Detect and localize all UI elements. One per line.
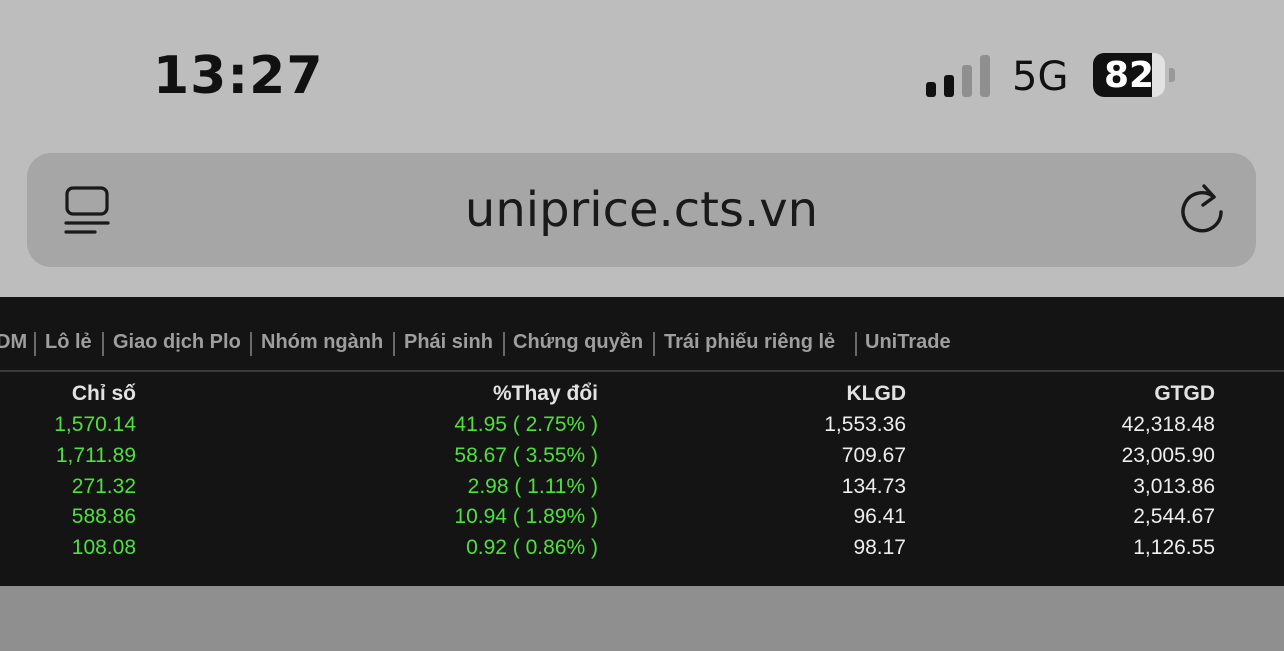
signal-bar-2 bbox=[944, 75, 954, 97]
cell-klgd: 709.67 bbox=[841, 444, 906, 467]
cell-chi-so: 271.32 bbox=[71, 475, 136, 498]
tab-divider bbox=[503, 332, 505, 356]
status-bar: 13:27 5G 82 bbox=[0, 0, 1284, 140]
tab-unitrade[interactable]: UniTrade bbox=[865, 331, 951, 354]
cell-chi-so: 108.08 bbox=[71, 536, 136, 559]
cell-gtgd: 1,126.55 bbox=[1133, 536, 1215, 559]
tab-trai-phieu-rieng-le[interactable]: Trái phiếu riêng lẻ bbox=[664, 331, 835, 354]
clock-time: 13:27 bbox=[153, 46, 324, 106]
tab-chung-quyen[interactable]: Chứng quyền bbox=[513, 331, 643, 354]
battery-cap bbox=[1169, 68, 1175, 82]
cell-thay-doi: 0.92 ( 0.86% ) bbox=[466, 536, 598, 559]
tab-divider bbox=[34, 332, 36, 356]
tab-giao-dich-plo[interactable]: Giao dịch Plo bbox=[113, 331, 241, 354]
cell-gtgd: 2,544.67 bbox=[1133, 505, 1215, 528]
column-header-chi-so: Chỉ số bbox=[71, 382, 136, 405]
market-tab-bar: DM Lô lẻ Giao dịch Plo Nhóm ngành Phái s… bbox=[0, 297, 1284, 372]
cell-klgd: 96.41 bbox=[853, 505, 906, 528]
column-header-gtgd: GTGD bbox=[1154, 382, 1215, 405]
signal-bar-4 bbox=[980, 55, 990, 97]
tab-lo-le[interactable]: Lô lẻ bbox=[45, 331, 92, 354]
tab-divider bbox=[102, 332, 104, 356]
cell-gtgd: 42,318.48 bbox=[1121, 413, 1215, 436]
signal-bar-1 bbox=[926, 82, 936, 97]
tab-nhom-nganh[interactable]: Nhóm ngành bbox=[261, 331, 383, 354]
tab-phai-sinh[interactable]: Phái sinh bbox=[404, 331, 493, 354]
cell-thay-doi: 2.98 ( 1.11% ) bbox=[467, 475, 598, 498]
tab-divider bbox=[393, 332, 395, 356]
market-panel: DM Lô lẻ Giao dịch Plo Nhóm ngành Phái s… bbox=[0, 297, 1284, 586]
cellular-signal-icon bbox=[926, 55, 992, 97]
cell-klgd: 1,553.36 bbox=[824, 413, 906, 436]
cell-gtgd: 23,005.90 bbox=[1121, 444, 1215, 467]
cell-chi-so: 1,711.89 bbox=[55, 444, 136, 467]
page-background-bottom bbox=[0, 586, 1284, 651]
cell-klgd: 98.17 bbox=[853, 536, 906, 559]
tab-divider bbox=[653, 332, 655, 356]
reload-icon[interactable] bbox=[1178, 183, 1228, 237]
column-header-klgd: KLGD bbox=[846, 382, 907, 405]
cell-thay-doi: 10.94 ( 1.89% ) bbox=[454, 505, 598, 528]
battery-icon: 82 bbox=[1093, 53, 1165, 97]
cell-chi-so: 1,570.14 bbox=[54, 413, 136, 436]
cell-gtgd: 3,013.86 bbox=[1133, 475, 1215, 498]
tab-divider bbox=[250, 332, 252, 356]
cell-thay-doi: 58.67 ( 3.55% ) bbox=[454, 444, 598, 467]
url-text[interactable]: uniprice.cts.vn bbox=[27, 153, 1256, 267]
tab-divider bbox=[855, 332, 857, 356]
column-header-thay-doi: %Thay đổi bbox=[492, 382, 598, 405]
cell-chi-so: 588.86 bbox=[71, 505, 136, 528]
signal-bar-3 bbox=[962, 65, 972, 97]
cell-thay-doi: 41.95 ( 2.75% ) bbox=[454, 413, 598, 436]
battery-percentage: 82 bbox=[1103, 54, 1155, 96]
tab-dm[interactable]: DM bbox=[0, 331, 27, 354]
cell-klgd: 134.73 bbox=[841, 475, 906, 498]
address-bar[interactable]: uniprice.cts.vn bbox=[27, 153, 1256, 267]
network-type: 5G bbox=[1012, 54, 1069, 100]
